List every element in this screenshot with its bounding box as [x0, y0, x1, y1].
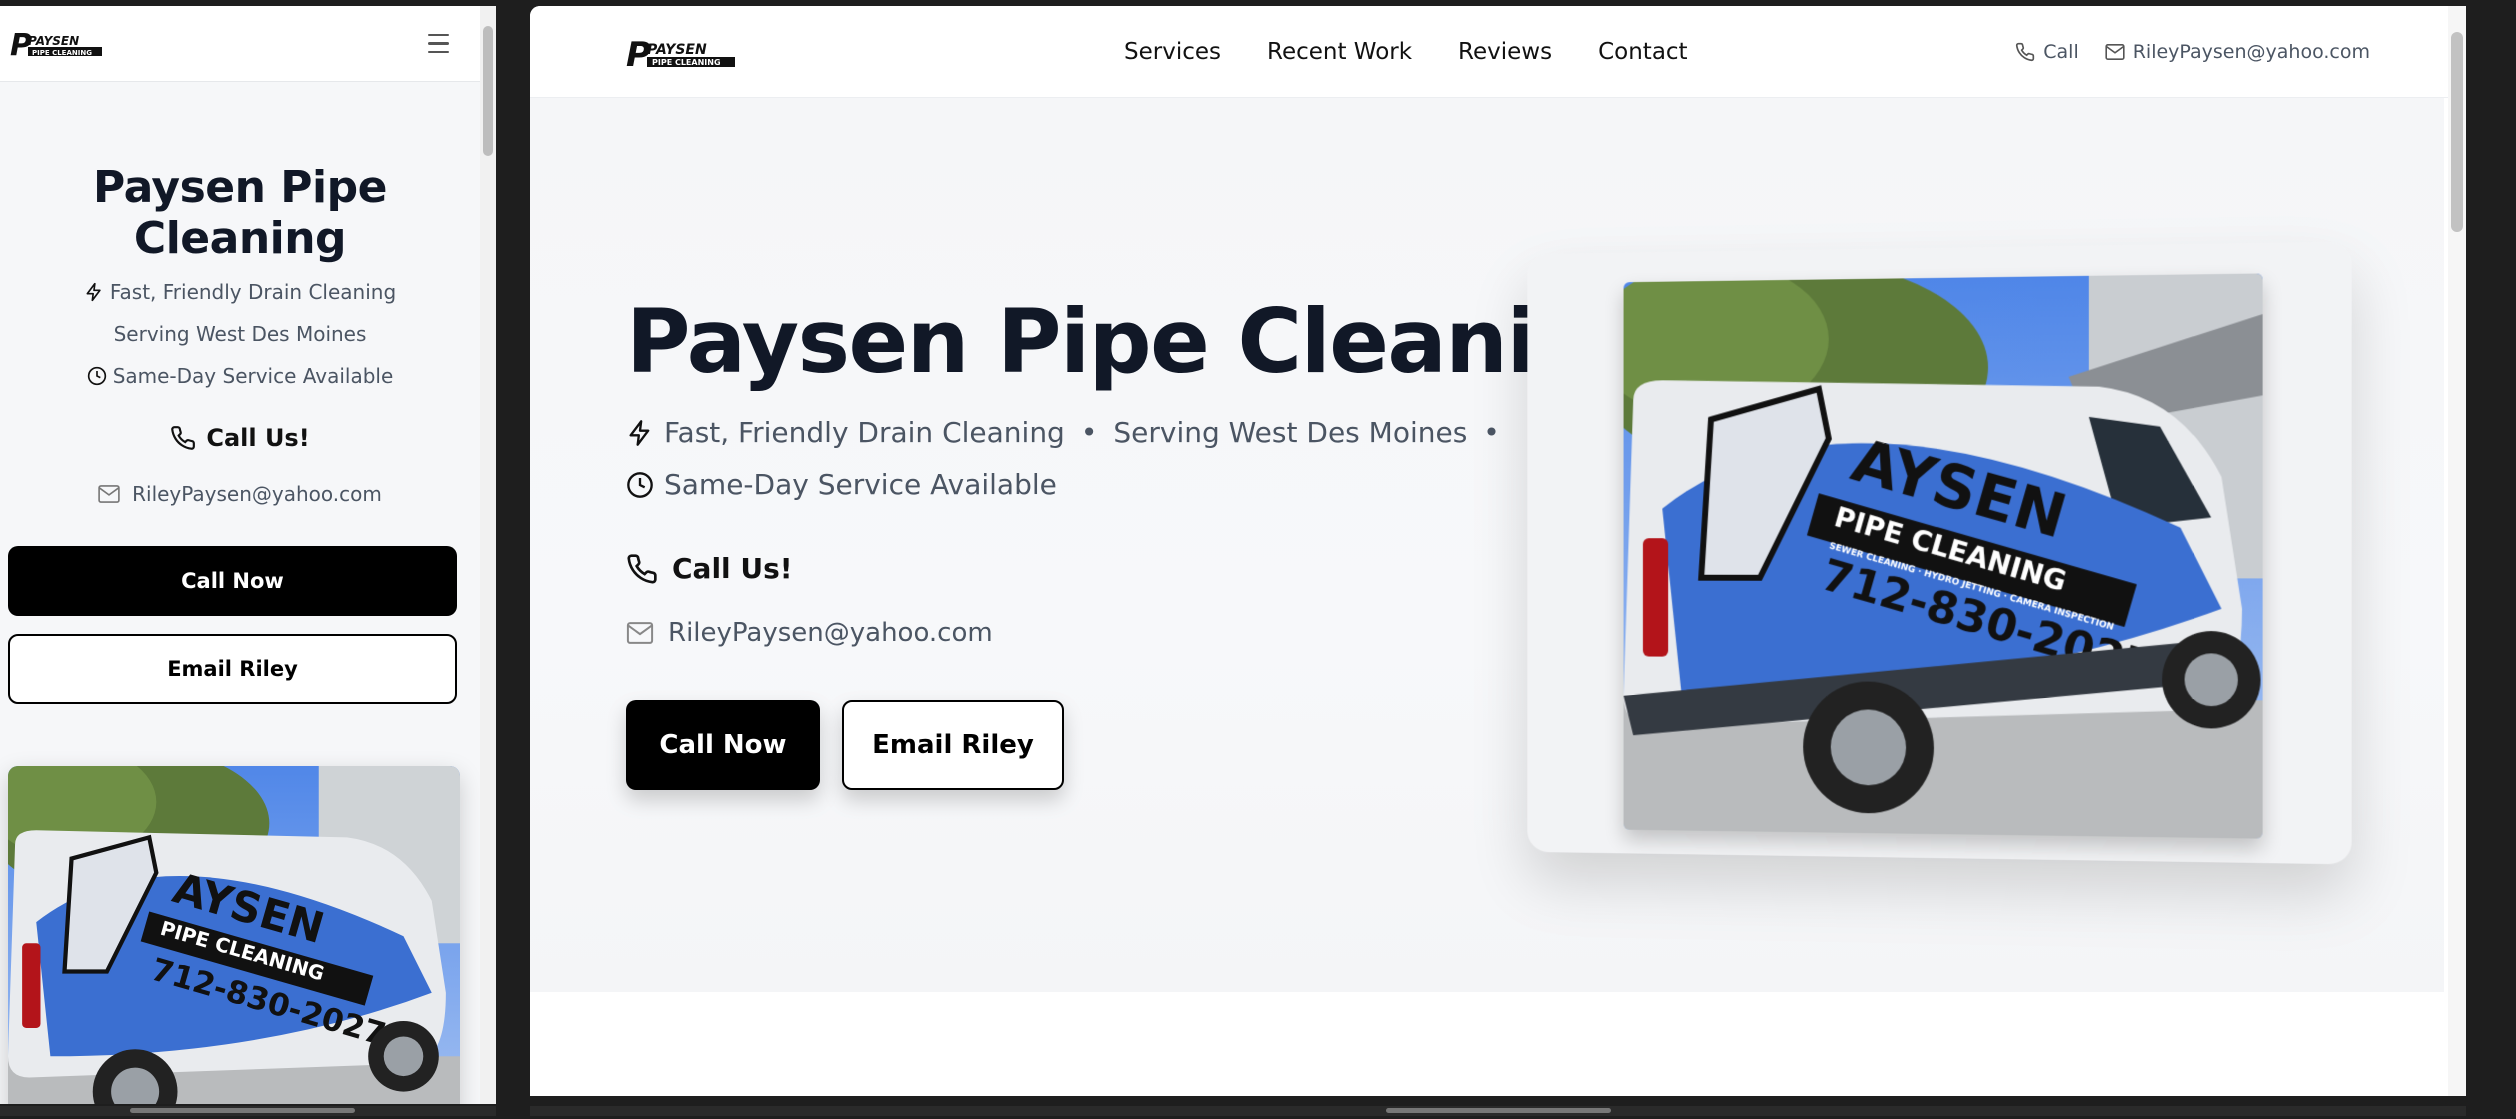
bolt-icon	[84, 282, 104, 302]
hero-tagline-3: Same-Day Service Available	[664, 468, 1057, 501]
phone-icon	[170, 425, 196, 451]
mobile-hero-title: Paysen Pipe Cleaning	[93, 162, 387, 264]
hero-section: Paysen Pipe Cleaning Fast, Friendly Drai…	[530, 98, 2444, 992]
hero-tagline-1: Fast, Friendly Drain Cleaning	[664, 416, 1065, 449]
mobile-horizontal-scrollbar[interactable]	[0, 1106, 496, 1116]
clock-icon	[87, 366, 107, 386]
mobile-van-photo: AYSEN PIPE CLEANING 712-830-2027	[8, 766, 460, 1104]
svg-text:PAYSEN: PAYSEN	[28, 34, 79, 48]
mobile-scrollbar[interactable]	[480, 6, 496, 1104]
mobile-call-link[interactable]: Call Us!	[0, 424, 480, 452]
hero-call-label: Call Us!	[672, 552, 793, 585]
mail-icon	[2105, 44, 2125, 60]
nav-link-services[interactable]: Services	[1124, 39, 1221, 65]
hamburger-menu-icon[interactable]	[418, 24, 458, 64]
mobile-preview-pane: P PAYSEN PIPE CLEANING Paysen Pipe Clean…	[0, 6, 480, 1104]
desktop-preview-pane: P PAYSEN PIPE CLEANING Services Recent W…	[530, 6, 2464, 1096]
hero-title: Paysen Pipe Cleaning	[626, 290, 1659, 393]
separator-dot: •	[1080, 416, 1098, 449]
hero-email-link[interactable]: RileyPaysen@yahoo.com	[626, 618, 993, 648]
svg-text:PIPE CLEANING: PIPE CLEANING	[32, 49, 92, 57]
nav-link-contact[interactable]: Contact	[1598, 39, 1687, 65]
van-photo: AYSEN PIPE CLEANING SEWER CLEANING · HYD…	[1623, 273, 2263, 839]
hero-email-text: RileyPaysen@yahoo.com	[668, 618, 993, 648]
svg-text:PIPE CLEANING: PIPE CLEANING	[652, 58, 721, 67]
nav-email-text: RileyPaysen@yahoo.com	[2132, 41, 2370, 63]
mobile-logo[interactable]: P PAYSEN PIPE CLEANING	[10, 29, 106, 59]
bolt-icon	[626, 419, 654, 447]
nav-link-recent-work[interactable]: Recent Work	[1267, 39, 1412, 65]
hero-call-link[interactable]: Call Us!	[626, 552, 793, 585]
mobile-navbar: P PAYSEN PIPE CLEANING	[0, 6, 480, 82]
mobile-tagline-3: Same-Day Service Available	[112, 364, 394, 388]
hero-tagline-2: Serving West Des Moines	[1113, 416, 1468, 449]
nav-link-reviews[interactable]: Reviews	[1458, 39, 1552, 65]
mobile-email-riley-button[interactable]: Email Riley	[8, 634, 457, 704]
nav-call-link[interactable]: Call	[2015, 41, 2079, 63]
mobile-call-now-button[interactable]: Call Now	[8, 546, 457, 616]
clock-icon	[626, 471, 654, 499]
desktop-scrollbar[interactable]	[2448, 6, 2466, 1096]
nav-call-label: Call	[2043, 41, 2079, 63]
mobile-email-text: RileyPaysen@yahoo.com	[132, 482, 382, 506]
nav-email-link[interactable]: RileyPaysen@yahoo.com	[2105, 41, 2370, 63]
hero-image-card: AYSEN PIPE CLEANING SEWER CLEANING · HYD…	[1527, 241, 2352, 865]
mobile-tagline-2: Serving West Des Moines	[113, 322, 367, 346]
desktop-horizontal-scrollbar[interactable]	[530, 1106, 2466, 1116]
email-riley-button[interactable]: Email Riley	[842, 700, 1064, 790]
mobile-tagline-1: Fast, Friendly Drain Cleaning	[109, 280, 397, 304]
mail-icon	[626, 622, 654, 644]
separator-dot: •	[1483, 416, 1500, 449]
phone-icon	[2015, 42, 2035, 62]
mail-icon	[98, 485, 120, 503]
phone-icon	[626, 553, 658, 585]
primary-nav: Services Recent Work Reviews Contact	[1124, 6, 1688, 98]
call-now-button[interactable]: Call Now	[626, 700, 820, 790]
desktop-logo[interactable]: P PAYSEN PIPE CLEANING	[626, 36, 738, 70]
mobile-call-label: Call Us!	[206, 424, 310, 452]
desktop-navbar: P PAYSEN PIPE CLEANING Services Recent W…	[530, 6, 2464, 98]
svg-text:PAYSEN: PAYSEN	[647, 42, 707, 58]
mobile-email-link[interactable]: RileyPaysen@yahoo.com	[0, 482, 480, 506]
